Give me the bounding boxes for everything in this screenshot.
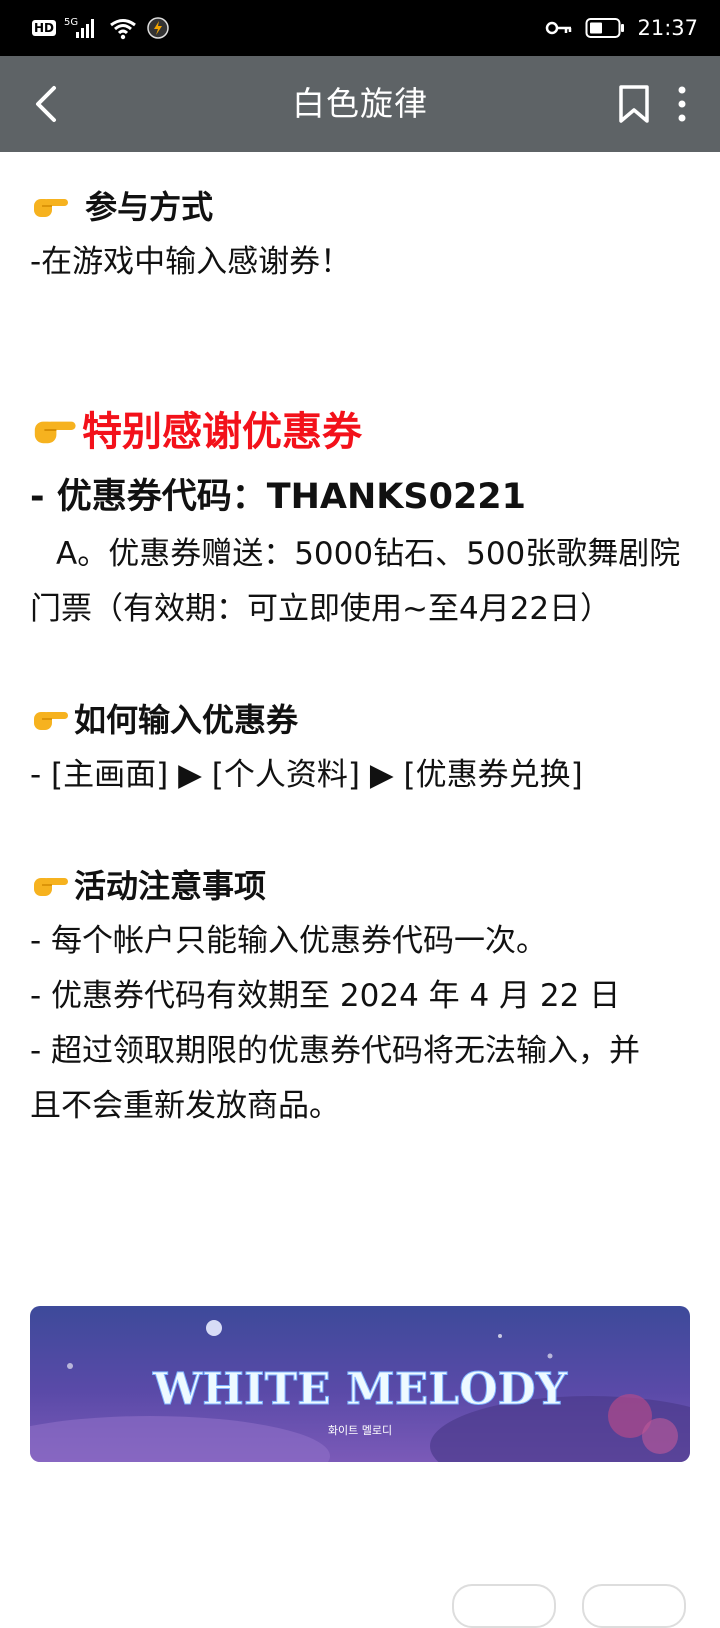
back-button[interactable] xyxy=(24,80,72,128)
section-heading: 参与方式 xyxy=(30,180,696,235)
pointing-finger-icon xyxy=(34,878,68,896)
status-left: HD 5G xyxy=(32,16,170,40)
bookmark-icon xyxy=(619,85,649,123)
more-vertical-icon xyxy=(678,86,686,122)
pointing-finger-icon xyxy=(34,199,68,217)
charging-icon xyxy=(147,17,169,39)
banner-logo-text: WHITE MELODY xyxy=(152,1364,568,1415)
banner-artwork: WHITE MELODY 화이트 멜로디 xyxy=(30,1306,690,1462)
hd-icon: HD xyxy=(32,20,57,36)
list-item: - 超过领取期限的优惠券代码将无法输入，并且不会重新发放商品。 xyxy=(30,1033,641,1124)
back-arrow-icon xyxy=(36,86,56,122)
floating-button[interactable] xyxy=(582,1584,686,1628)
pointing-finger-icon xyxy=(34,712,68,730)
svg-text:5G: 5G xyxy=(64,17,78,28)
game-banner-image[interactable]: WHITE MELODY 화이트 멜로디 xyxy=(30,1306,690,1462)
paragraph: A。优惠券赠送：5000钻石、500张歌舞剧院门票（有效期：可立即使用~至4月2… xyxy=(30,536,681,627)
section-heading-text: 特别感谢优惠券 xyxy=(82,409,362,455)
floating-button[interactable] xyxy=(452,1584,556,1628)
battery-icon xyxy=(585,18,625,38)
coupon-code: - 优惠券代码：THANKS0221 xyxy=(30,477,526,517)
list-item: - 每个帐户只能输入优惠券代码一次。 xyxy=(30,923,548,959)
status-right: 21:37 xyxy=(545,14,698,42)
paragraph: -在游戏中输入感谢券！ xyxy=(30,244,352,280)
bookmark-button[interactable] xyxy=(612,82,656,126)
section-heading-text: 如何输入优惠券 xyxy=(74,701,299,739)
article-body: 参与方式 -在游戏中输入感谢券！ 特别感谢优惠券 - 优惠券代码：THANKS0… xyxy=(30,180,696,1134)
status-bar: HD 5G 21:37 xyxy=(0,0,720,56)
key-icon xyxy=(546,21,572,35)
section-heading: 特别感谢优惠券 xyxy=(30,400,696,467)
section-heading: 如何输入优惠券 xyxy=(30,693,696,748)
pointing-finger-icon xyxy=(34,421,76,444)
banner-logo-subtext: 화이트 멜로디 xyxy=(328,1424,392,1437)
clock: 21:37 xyxy=(637,16,698,40)
section-heading: 活动注意事项 xyxy=(30,859,696,914)
list-item: - 优惠券代码有效期至 2024 年 4 月 22 日 xyxy=(30,978,621,1014)
more-options-button[interactable] xyxy=(666,82,698,126)
page-title: 白色旋律 xyxy=(292,84,428,123)
section-heading-text: 参与方式 xyxy=(85,188,214,226)
signal-icon: 5G xyxy=(64,17,95,38)
app-bar: 白色旋律 xyxy=(0,56,720,152)
section-heading-text: 活动注意事项 xyxy=(74,867,267,905)
paragraph: - [主画面] ▶ [个人资料] ▶ [优惠券兑换] xyxy=(30,757,583,793)
wifi-icon xyxy=(110,19,136,40)
